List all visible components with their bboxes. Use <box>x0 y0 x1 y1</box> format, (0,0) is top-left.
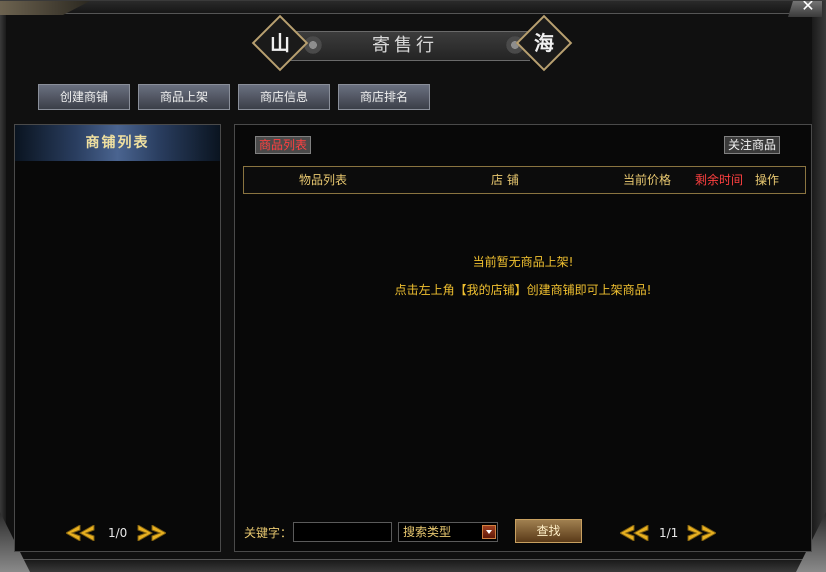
keyword-label: 关键字： <box>244 526 293 540</box>
frame-top <box>0 1 826 14</box>
close-icon[interactable]: ✕ <box>801 1 814 15</box>
search-type-select[interactable]: 搜索类型 <box>398 522 498 542</box>
follow-goods-button[interactable]: 关注商品 <box>724 136 780 154</box>
column-shop: 店 铺 <box>491 173 519 187</box>
consignment-window: ✕ 寄售行 山 海 创建商铺 商品上架 商店信息 商店排名 商铺列表 1/0 商… <box>0 0 826 572</box>
title-badge-left: 山 <box>270 31 290 55</box>
goods-pager: 1/1 <box>659 526 679 540</box>
title-badge-right: 海 <box>534 31 554 55</box>
goods-table-header: 物品列表 店 铺 当前价格 剩余时间 操作 <box>243 166 806 194</box>
list-goods-button[interactable]: 商品上架 <box>138 84 230 110</box>
dropdown-arrow-icon[interactable] <box>482 525 496 539</box>
prev-page-icon[interactable] <box>66 525 95 541</box>
shop-list-header: 商铺列表 <box>15 125 220 161</box>
tab-goods-list[interactable]: 商品列表 <box>255 136 311 154</box>
close-button[interactable]: ✕ <box>788 1 822 17</box>
search-button[interactable]: 查找 <box>515 519 582 543</box>
shop-info-button[interactable]: 商店信息 <box>238 84 330 110</box>
shop-list-title: 商铺列表 <box>85 135 150 151</box>
column-price: 当前价格 <box>623 173 672 187</box>
prev-page-icon[interactable] <box>620 525 649 541</box>
frame-bottom <box>0 559 826 572</box>
next-page-icon[interactable] <box>136 525 166 541</box>
frame-right <box>812 1 826 572</box>
column-item: 物品列表 <box>299 173 348 187</box>
keyword-input[interactable] <box>293 522 392 542</box>
shop-list-pager: 1/0 <box>108 526 128 540</box>
search-type-value: 搜索类型 <box>403 525 452 539</box>
column-action: 操作 <box>755 173 780 187</box>
frame-left <box>0 1 6 572</box>
column-time-left: 剩余时间 <box>695 173 744 187</box>
shop-list-panel: 商铺列表 <box>14 124 221 552</box>
next-page-icon[interactable] <box>686 525 716 541</box>
create-shop-button[interactable]: 创建商铺 <box>38 84 130 110</box>
empty-notice: 当前暂无商品上架! <box>472 255 574 269</box>
empty-hint: 点击左上角【我的店铺】创建商铺即可上架商品! <box>394 283 652 297</box>
goods-panel: 商品列表 关注商品 物品列表 店 铺 当前价格 剩余时间 操作 当前暂无商品上架… <box>234 124 812 552</box>
shop-ranking-button[interactable]: 商店排名 <box>338 84 430 110</box>
